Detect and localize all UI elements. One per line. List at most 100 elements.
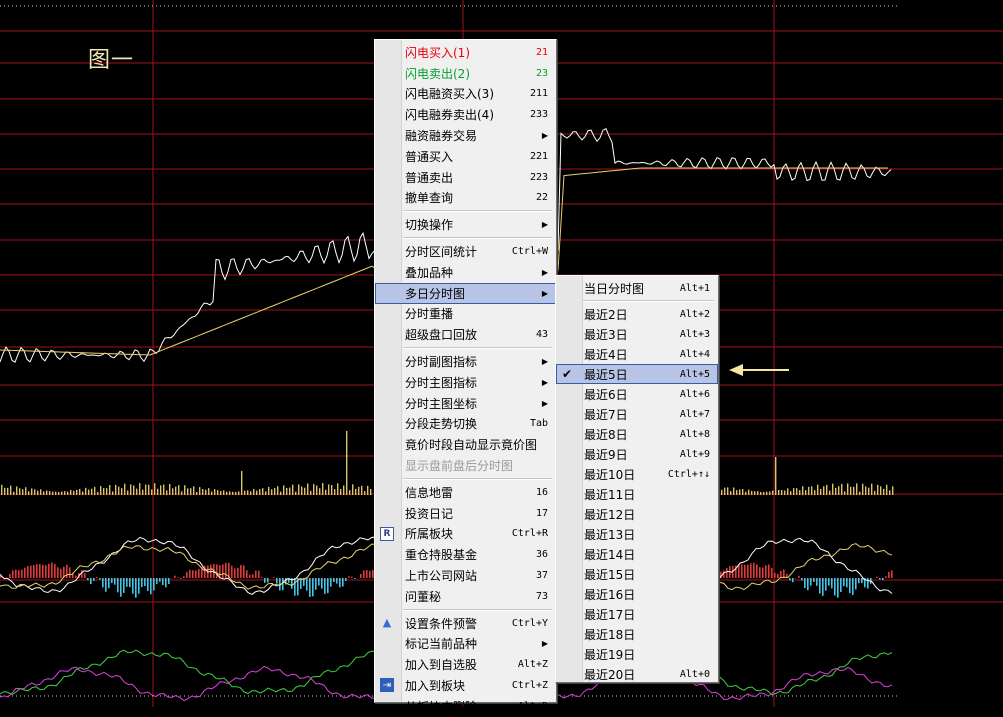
macd-bar <box>282 578 284 590</box>
main-menu-item-6[interactable]: 普通卖出223 <box>375 167 556 188</box>
volume-bar <box>58 492 59 495</box>
volume-bar <box>151 489 152 495</box>
main-menu-item-7[interactable]: 撤单查询22 <box>375 188 556 209</box>
volume-bar <box>106 488 107 495</box>
main-menu-item-28[interactable]: 上市公司网站37 <box>375 565 556 586</box>
macd-bar <box>849 578 851 593</box>
macd-bar <box>363 570 365 578</box>
menu-item-label: 闪电融资买入(3) <box>405 85 494 102</box>
submenu-item-18[interactable]: 最近18日 <box>556 624 718 644</box>
submenu-item-17[interactable]: 最近17日 <box>556 604 718 624</box>
macd-bar <box>216 564 218 578</box>
submenu-item-3[interactable]: 最近3日Alt+3 <box>556 324 718 344</box>
macd-bar <box>888 572 890 578</box>
submenu-item-10[interactable]: 最近10日Ctrl+↑↓ <box>556 464 718 484</box>
main-menu-item-1[interactable]: 闪电卖出(2)23 <box>375 63 556 84</box>
macd-bar <box>222 564 224 578</box>
main-menu-item-20[interactable]: 分段走势切换Tab <box>375 414 556 435</box>
macd-bar <box>177 577 179 578</box>
volume-bar <box>772 491 773 495</box>
submenu-item-0[interactable]: 当日分时图Alt+1 <box>556 278 718 298</box>
volume-bar <box>352 484 353 495</box>
main-menu-item-4[interactable]: 融资融券交易 ▶ <box>375 125 556 146</box>
menu-item-shortcut: Alt+0 <box>680 669 710 680</box>
main-menu-item-14[interactable]: 分时重播 <box>375 304 556 325</box>
submenu-item-2[interactable]: 最近2日Alt+2 <box>556 304 718 324</box>
macd-bar <box>126 578 128 587</box>
macd-bar <box>219 565 221 578</box>
main-menu-item-19[interactable]: 分时主图坐标▶ <box>375 393 556 414</box>
volume-bar <box>43 491 44 495</box>
macd-bar <box>150 578 152 594</box>
submenu-item-4[interactable]: 最近4日Alt+4 <box>556 344 718 364</box>
main-menu-item-34[interactable]: ⇥加入到板块Ctrl+Z <box>375 675 556 696</box>
submenu-item-15[interactable]: 最近15日 <box>556 564 718 584</box>
submenu-item-8[interactable]: 最近8日Alt+8 <box>556 424 718 444</box>
macd-bar <box>312 578 314 596</box>
menu-item-label: 普通卖出 <box>405 169 453 186</box>
submenu-item-5[interactable]: ✔最近5日Alt+5 <box>556 364 718 384</box>
volume-bar <box>820 489 821 495</box>
macd-bar <box>249 575 251 578</box>
main-menu-item-12[interactable]: 叠加品种▶ <box>375 262 556 283</box>
submenu-item-19[interactable]: 最近19日 <box>556 644 718 664</box>
main-menu-item-35[interactable]: 从板块中删除Alt+D <box>375 696 556 717</box>
submenu-arrow-icon: ▶ <box>542 131 548 140</box>
macd-bar <box>24 568 26 578</box>
menu-item-shortcut: 43 <box>536 329 548 340</box>
menu-item-shortcut: Ctrl+W <box>512 246 548 257</box>
submenu-item-6[interactable]: 最近6日Alt+6 <box>556 384 718 404</box>
submenu-item-16[interactable]: 最近16日 <box>556 584 718 604</box>
main-menu-item-2[interactable]: 闪电融资买入(3)211 <box>375 84 556 105</box>
macd-bar <box>801 578 803 580</box>
main-menu-item-5[interactable]: 普通买入221 <box>375 146 556 167</box>
main-menu-item-26[interactable]: R所属板块Ctrl+R <box>375 524 556 545</box>
main-menu-item-21[interactable]: 竟价时段自动显示竟价图 <box>375 434 556 455</box>
macd-bar <box>96 577 98 578</box>
volume-bar <box>805 490 806 495</box>
macd-bar <box>108 578 110 588</box>
macd-bar <box>756 564 758 578</box>
menu-item-shortcut: Ctrl+Z <box>512 680 548 691</box>
main-menu-item-18[interactable]: 分时主图指标▶ <box>375 372 556 393</box>
main-menu-item-33[interactable]: 加入到自选股Alt+Z <box>375 654 556 675</box>
macd-bar <box>198 569 200 578</box>
volume-bar <box>22 489 23 495</box>
volume-bar <box>157 489 158 495</box>
main-menu-item-27[interactable]: 重仓持股基金36 <box>375 544 556 565</box>
submenu-item-12[interactable]: 最近12日 <box>556 504 718 524</box>
main-menu-item-9[interactable]: 切换操作▶ <box>375 214 556 235</box>
main-menu-item-0[interactable]: 闪电买入(1)21 <box>375 42 556 63</box>
volume-bar <box>145 485 146 495</box>
main-menu-item-13[interactable]: 多日分时图▶ <box>375 283 556 304</box>
main-menu-item-32[interactable]: 标记当前品种▶ <box>375 634 556 655</box>
macd-bar <box>9 574 11 578</box>
volume-bar <box>349 490 350 495</box>
volume-bar <box>178 485 179 495</box>
macd-bar <box>48 564 50 578</box>
submenu-item-9[interactable]: 最近9日Alt+9 <box>556 444 718 464</box>
menu-item-shortcut: Tab <box>530 418 548 429</box>
main-menu-item-15[interactable]: 超级盘口回放43 <box>375 324 556 345</box>
menu-item-label: 最近17日 <box>584 606 635 623</box>
submenu-item-7[interactable]: 最近7日Alt+7 <box>556 404 718 424</box>
main-menu-item-31[interactable]: ▲设置条件预警Ctrl+Y <box>375 613 556 634</box>
macd-bar <box>771 568 773 578</box>
menu-item-label: 融资融券交易 <box>405 127 477 144</box>
macd-bar <box>258 571 260 578</box>
main-menu-item-29[interactable]: 问董秘73 <box>375 586 556 607</box>
submenu-item-14[interactable]: 最近14日 <box>556 544 718 564</box>
main-menu-item-17[interactable]: 分时副图指标▶ <box>375 351 556 372</box>
menu-item-label: 最近13日 <box>584 526 635 543</box>
submenu-item-13[interactable]: 最近13日 <box>556 524 718 544</box>
main-menu-item-11[interactable]: 分时区间统计Ctrl+W <box>375 241 556 262</box>
volume-bar <box>730 491 731 495</box>
submenu-arrow-icon: ▶ <box>542 378 548 387</box>
main-menu-item-24[interactable]: 信息地雷16 <box>375 482 556 503</box>
volume-bar <box>760 492 761 495</box>
submenu-item-20[interactable]: 最近20日Alt+0 <box>556 664 718 684</box>
volume-bar <box>745 492 746 495</box>
main-menu-item-25[interactable]: 投资日记17 <box>375 503 556 524</box>
main-menu-item-3[interactable]: 闪电融券卖出(4)233 <box>375 104 556 125</box>
submenu-item-11[interactable]: 最近11日 <box>556 484 718 504</box>
